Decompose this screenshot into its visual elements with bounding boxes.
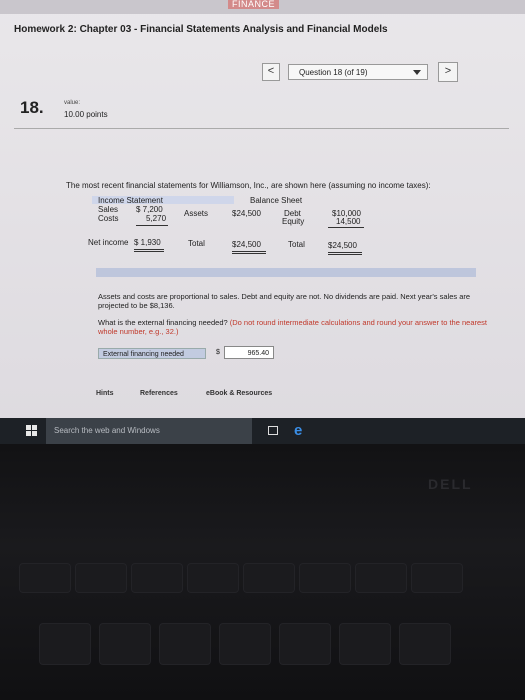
- question-select[interactable]: Question 18 (of 19): [288, 64, 428, 80]
- question-number: 18.: [20, 98, 44, 117]
- question-select-value: Question 18 (of 19): [299, 68, 368, 77]
- keyboard-key: [100, 624, 150, 664]
- net-income-value: $ 1,930: [134, 238, 161, 247]
- keyboard-key: [40, 624, 90, 664]
- keyboard-key: [220, 624, 270, 664]
- chevron-down-icon: [413, 70, 421, 75]
- assets-value: $24,500: [232, 209, 261, 218]
- keyboard-key: [188, 564, 238, 592]
- keyboard-key: [300, 564, 350, 592]
- question-navigation: < Question 18 (of 19) >: [262, 62, 458, 82]
- equity-underline: [328, 227, 364, 228]
- assignment-title: Homework 2: Chapter 03 - Financial State…: [14, 24, 388, 35]
- keyboard-key: [20, 564, 70, 592]
- total-assets-label: Total: [188, 239, 205, 248]
- costs-label: Costs: [98, 214, 119, 223]
- laptop-brand-logo: DELL: [428, 476, 473, 492]
- total-assets-value: $24,500: [232, 240, 261, 249]
- taskbar-search[interactable]: Search the web and Windows: [46, 418, 252, 444]
- keyboard-key: [160, 624, 210, 664]
- question-text: What is the external financing needed? (…: [98, 318, 488, 336]
- net-income-label: Net income: [88, 238, 129, 247]
- task-view-icon[interactable]: [268, 426, 278, 435]
- keyboard-key: [244, 564, 294, 592]
- efn-label: External financing needed: [98, 348, 206, 359]
- costs-underline: [136, 225, 168, 226]
- question-prompt: What is the external financing needed?: [98, 318, 228, 327]
- keyboard-key: [76, 564, 126, 592]
- assets-label: Assets: [184, 209, 209, 218]
- value-label: value:: [64, 100, 81, 106]
- currency-symbol: $: [216, 349, 220, 356]
- divider: [14, 128, 509, 129]
- finance-badge: FINANCE: [228, 0, 280, 9]
- keyboard-key: [280, 624, 330, 664]
- total-assets-double-underline: [232, 251, 266, 254]
- laptop-keyboard-area: DELL: [0, 444, 525, 700]
- net-income-double-underline: [134, 249, 164, 252]
- points-value: 10.00 points: [64, 110, 108, 119]
- total-liabilities-label: Total: [288, 240, 305, 249]
- table-footer-band: [96, 268, 476, 277]
- ebook-resources-link[interactable]: eBook & Resources: [206, 390, 272, 397]
- taskbar-search-placeholder: Search the web and Windows: [54, 426, 160, 435]
- windows-start-icon[interactable]: [26, 425, 38, 437]
- sales-label: Sales: [98, 205, 119, 214]
- balance-sheet-header: Balance Sheet: [250, 196, 303, 205]
- keyboard-key: [340, 624, 390, 664]
- sales-value: $ 7,200: [136, 205, 163, 214]
- efn-answer-input[interactable]: 965.40: [224, 346, 274, 359]
- previous-question-button[interactable]: <: [262, 63, 280, 81]
- equity-value: 14,500: [336, 217, 361, 226]
- next-question-button[interactable]: >: [438, 62, 458, 82]
- top-bar: FINANCE: [0, 0, 525, 14]
- income-statement-header: Income Statement: [98, 196, 163, 205]
- equity-label: Equity: [282, 217, 305, 226]
- total-liabilities-double-underline: [328, 252, 362, 255]
- keyboard-key: [132, 564, 182, 592]
- problem-intro: The most recent financial statements for…: [66, 181, 431, 190]
- keyboard-key: [356, 564, 406, 592]
- references-link[interactable]: References: [140, 390, 178, 397]
- windows-taskbar: Search the web and Windows e: [0, 418, 525, 444]
- keyboard-key: [400, 624, 450, 664]
- edge-browser-icon[interactable]: e: [294, 422, 302, 439]
- total-liabilities-value: $24,500: [328, 241, 357, 250]
- browser-screen: FINANCE Homework 2: Chapter 03 - Financi…: [0, 0, 525, 418]
- assumptions-text: Assets and costs are proportional to sal…: [98, 292, 471, 310]
- costs-value: 5,270: [146, 214, 167, 223]
- keyboard-key: [412, 564, 462, 592]
- hints-link[interactable]: Hints: [96, 390, 114, 397]
